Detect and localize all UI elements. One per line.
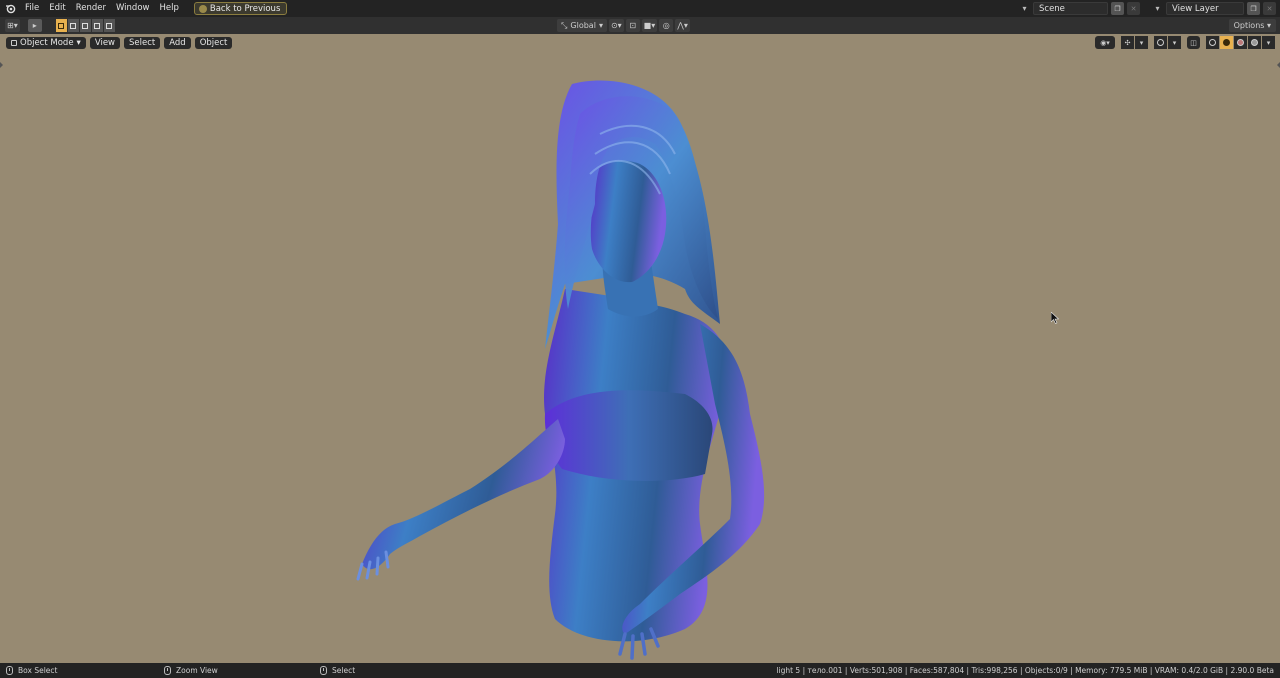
orientation-icon: ⤡ <box>561 20 568 30</box>
chevron-down-icon: ▾ <box>76 37 81 48</box>
new-scene-button[interactable]: ❐ <box>1111 2 1124 15</box>
select-intersect-icon[interactable] <box>103 19 116 32</box>
overlays-dropdown-icon[interactable]: ▾ <box>1168 36 1181 49</box>
box-select-hint: Box Select <box>18 666 58 675</box>
view-layer-name: View Layer <box>1172 3 1219 14</box>
blender-logo-icon[interactable] <box>0 0 20 17</box>
select-tool-icon[interactable]: ▸ <box>27 19 42 32</box>
object-mode-dropdown[interactable]: Object Mode ▾ <box>6 36 86 49</box>
gizmo-dropdown-icon[interactable]: ▾ <box>1135 36 1148 49</box>
select-new-icon[interactable] <box>55 19 68 32</box>
right-mouse-icon <box>320 666 327 675</box>
viewport-header: Object Mode ▾ View Select Add Object ◉▾ … <box>0 34 1280 51</box>
character-mesh[interactable] <box>340 74 800 663</box>
object-mode-label: Object Mode <box>20 37 74 48</box>
select-hint: Select <box>332 666 356 675</box>
menu-help[interactable]: Help <box>154 0 183 17</box>
back-icon <box>198 4 207 13</box>
back-to-previous-label: Back to Previous <box>209 3 281 14</box>
middle-mouse-icon <box>164 666 171 675</box>
add-menu[interactable]: Add <box>164 36 191 49</box>
rendered-shading-icon[interactable] <box>1248 36 1261 49</box>
pivot-point-icon[interactable]: ⊙▾ <box>608 19 624 32</box>
select-invert-icon[interactable] <box>91 19 104 32</box>
menu-edit[interactable]: Edit <box>44 0 70 17</box>
view-layer-field[interactable]: View Layer <box>1166 2 1244 15</box>
selection-mode-group <box>55 19 116 32</box>
snap-target-icon[interactable]: ■▾ <box>641 19 658 32</box>
editor-type-icon[interactable]: ⊞▾ <box>5 19 20 32</box>
visibility-icon[interactable]: ◉▾ <box>1095 36 1115 49</box>
view-layer-icon[interactable]: ▾ <box>1152 3 1163 14</box>
tool-header: ⊞▾ ▸ ⤡ Global ▾ ⊙▾ ⊡ ■▾ ◎ ⋀▾ Options ▾ <box>0 17 1280 34</box>
viewport-shading-controls: ◉▾ ✣ ▾ ▾ ◫ ▾ <box>1095 36 1275 49</box>
transform-orientation-label: Global <box>570 21 596 30</box>
workspace-selectors: ▾ Scene ❐ ✕ ▾ View Layer ❐ ✕ <box>1019 0 1280 17</box>
delete-view-layer-button[interactable]: ✕ <box>1263 2 1276 15</box>
options-label: Options <box>1233 21 1265 30</box>
chevron-down-icon: ▾ <box>598 21 603 30</box>
left-mouse-icon <box>6 666 13 675</box>
transform-orientation-dropdown[interactable]: ⤡ Global ▾ <box>557 19 607 32</box>
overlays-icon[interactable] <box>1154 36 1167 49</box>
shading-dropdown-icon[interactable]: ▾ <box>1262 36 1275 49</box>
view-menu[interactable]: View <box>89 36 120 49</box>
object-mode-icon <box>11 39 17 46</box>
select-subtract-icon[interactable] <box>79 19 92 32</box>
top-bar: File Edit Render Window Help Back to Pre… <box>0 0 1280 17</box>
solid-shading-icon[interactable] <box>1220 36 1233 49</box>
xray-icon[interactable]: ◫ <box>1187 36 1200 49</box>
object-menu[interactable]: Object <box>194 36 233 49</box>
falloff-icon[interactable]: ⋀▾ <box>675 19 690 32</box>
menu-render[interactable]: Render <box>71 0 111 17</box>
3d-viewport[interactable]: Object Mode ▾ View Select Add Object ◉▾ … <box>0 34 1280 663</box>
snap-toggle-icon[interactable]: ⊡ <box>625 19 640 32</box>
mouse-cursor-icon <box>1051 312 1059 324</box>
wireframe-shading-icon[interactable] <box>1206 36 1219 49</box>
zoom-view-hint: Zoom View <box>176 666 218 675</box>
delete-scene-button[interactable]: ✕ <box>1127 2 1140 15</box>
scene-field[interactable]: Scene <box>1033 2 1108 15</box>
select-extend-icon[interactable] <box>67 19 80 32</box>
status-left-click-hint: Box Select <box>6 663 57 678</box>
status-bar: Box Select Zoom View Select light 5 | те… <box>0 663 1280 678</box>
status-middle-click-hint: Zoom View <box>164 663 218 678</box>
scene-statistics: light 5 | тело.001 | Verts:501,908 | Fac… <box>776 666 1274 675</box>
toolbar-toggle-icon[interactable] <box>0 62 3 68</box>
select-menu[interactable]: Select <box>124 36 161 49</box>
back-to-previous-button[interactable]: Back to Previous <box>193 2 288 15</box>
material-preview-icon[interactable] <box>1234 36 1247 49</box>
gizmo-icon[interactable]: ✣ <box>1121 36 1134 49</box>
scene-name: Scene <box>1039 3 1065 14</box>
scene-icon[interactable]: ▾ <box>1019 3 1030 14</box>
menu-file[interactable]: File <box>20 0 44 17</box>
new-view-layer-button[interactable]: ❐ <box>1247 2 1260 15</box>
menu-window[interactable]: Window <box>111 0 155 17</box>
options-dropdown[interactable]: Options ▾ <box>1228 19 1276 32</box>
status-right-click-hint: Select <box>320 663 355 678</box>
proportional-edit-icon[interactable]: ◎ <box>659 19 674 32</box>
